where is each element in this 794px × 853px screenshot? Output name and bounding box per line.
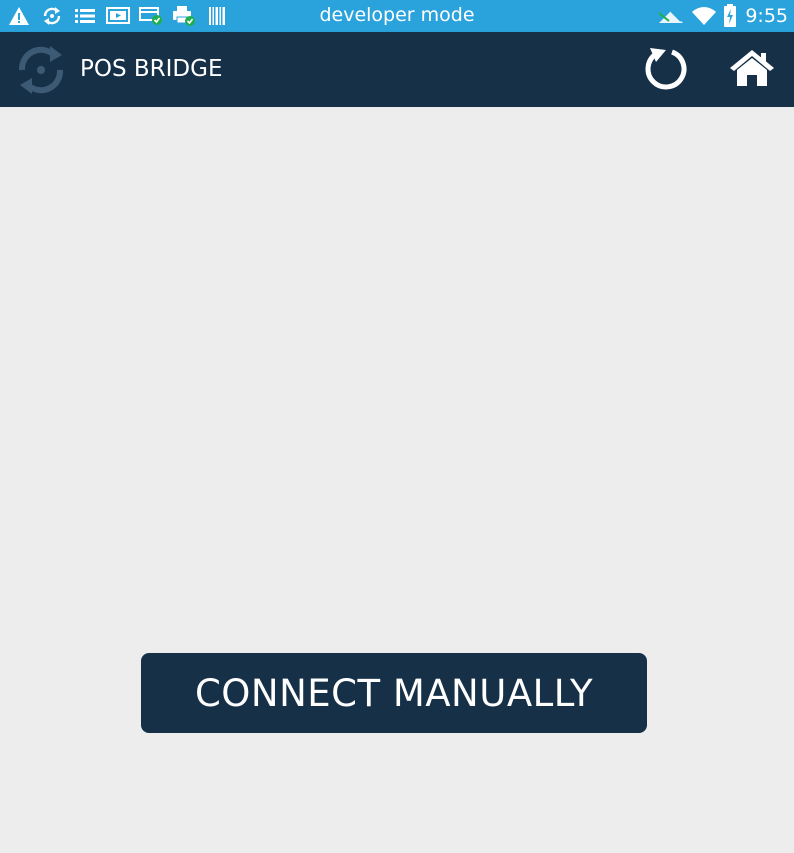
app-bar: POS BRIDGE bbox=[0, 32, 794, 107]
home-button[interactable] bbox=[726, 44, 778, 96]
battery-charging-icon bbox=[723, 4, 737, 28]
status-clock: 9:55 bbox=[745, 5, 788, 27]
connect-manually-button[interactable]: CONNECT MANUALLY bbox=[141, 653, 647, 733]
home-icon bbox=[729, 48, 775, 93]
app-title: POS BRIDGE bbox=[80, 56, 223, 82]
main-content bbox=[0, 107, 794, 853]
status-bar: developer mode 9:55 bbox=[0, 0, 794, 32]
status-icons-right: 9:55 bbox=[657, 3, 788, 29]
sync-logo-icon bbox=[14, 43, 68, 97]
refresh-icon bbox=[642, 44, 690, 97]
wifi-icon bbox=[691, 6, 717, 26]
refresh-button[interactable] bbox=[640, 44, 692, 96]
network-arrows-icon bbox=[657, 7, 685, 25]
